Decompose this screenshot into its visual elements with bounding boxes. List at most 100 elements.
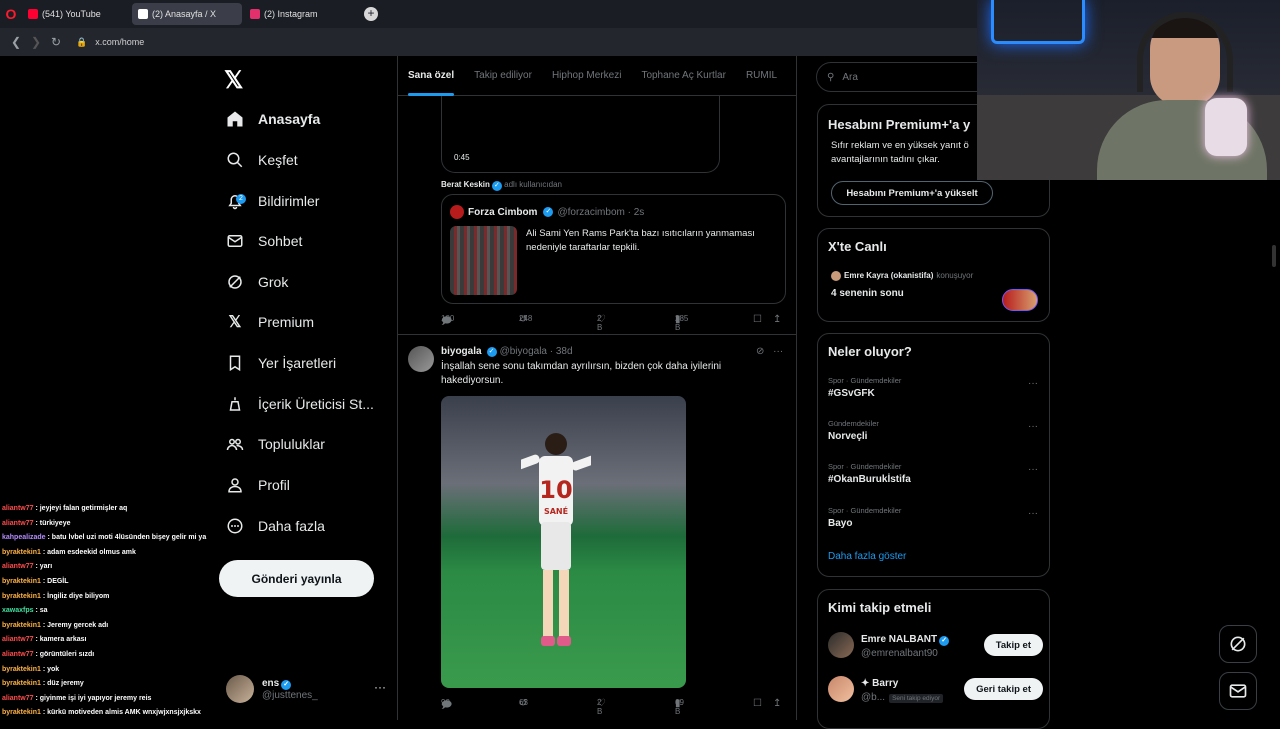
trend-item[interactable]: Gündemdekiler Norveçli ···	[828, 419, 1038, 442]
chat-username: xawaxfps	[2, 607, 34, 615]
tab-hiphop-merkezi[interactable]: Hiphop Merkezi	[552, 56, 621, 96]
chat-text: : İngiliz diye biliyom	[40, 592, 110, 600]
chat-username: byraktekin1	[2, 665, 41, 673]
tab-instagram[interactable]: (2) Instagram	[244, 3, 354, 25]
communities-icon	[226, 435, 244, 453]
back-icon[interactable]: ❮	[6, 35, 26, 49]
tweet-handle: @biyogala · 38d	[499, 346, 573, 357]
new-tab-button[interactable]: +	[364, 7, 378, 21]
live-avatars[interactable]	[1002, 289, 1038, 311]
live-title: X'te Canlı	[828, 239, 887, 254]
repost-user[interactable]: Berat Keskin	[441, 180, 490, 189]
follow-button[interactable]: Takip et	[983, 634, 1043, 656]
scrollbar[interactable]	[1272, 245, 1276, 267]
nav-messages[interactable]: Sohbet	[226, 225, 302, 257]
tab-x-home[interactable]: (2) Anasayfa / X	[132, 3, 242, 25]
premium-upgrade-button[interactable]: Hesabını Premium+'a yükselt	[831, 181, 993, 205]
tab-rumil[interactable]: RUMIL	[746, 56, 777, 96]
nav-profile[interactable]: Profil	[226, 469, 290, 501]
avatar[interactable]	[408, 346, 434, 372]
trend-item[interactable]: Spor · Gündemdekiler #GSvGFK ···	[828, 376, 1038, 399]
more-icon[interactable]: ···	[1028, 378, 1038, 389]
nav-home[interactable]: Anasayfa	[226, 103, 320, 135]
trend-item[interactable]: Spor · Gündemdekiler #OkanBurukİstifa ··…	[828, 462, 1038, 485]
nav-communities[interactable]: Topluluklar	[226, 428, 325, 460]
chat-message: kahpealizade : batu lvbel uzi moti 4lüsü…	[2, 531, 222, 546]
more-icon[interactable]: ···	[1028, 464, 1038, 475]
premium-text: Sıfır reklam ve en yüksek yanıt ö	[831, 140, 969, 151]
chat-username: aliantw77	[2, 563, 34, 571]
chat-message: aliantw77 : türkiyeye	[2, 517, 222, 532]
url-field[interactable]: 🔒 x.com/home	[76, 37, 144, 48]
account-switcher[interactable]: ens ✓ @justtenes_ ···	[226, 672, 386, 706]
show-more-link[interactable]: Daha fazla göster	[828, 551, 906, 562]
live-host-name: Emre Kayra (okanistifa)	[844, 271, 934, 280]
chat-username: aliantw77	[2, 650, 34, 658]
live-host[interactable]: Emre Kayra (okanistifa) konuşuyor	[831, 269, 973, 283]
nav-more[interactable]: Daha fazla	[226, 510, 325, 542]
trend-item[interactable]: Spor · Gündemdekiler Bayo ···	[828, 506, 1038, 529]
youtube-icon	[28, 9, 38, 19]
divider	[398, 334, 796, 335]
tweet-image[interactable]: 10 SANÉ	[441, 396, 686, 688]
chat-username: byraktekin1	[2, 709, 41, 717]
more-icon[interactable]: ···	[1028, 508, 1038, 519]
chat-message: byraktekin1 : İngiliz diye biliyom	[2, 590, 222, 605]
more-icon[interactable]: ···	[374, 680, 386, 694]
tab-label: (541) YouTube	[42, 9, 101, 19]
nav-creator-studio[interactable]: İçerik Üreticisi St...	[226, 388, 374, 420]
post-button[interactable]: Gönderi yayınla	[219, 560, 374, 597]
chat-text: : giyinme işi iyi yapıyor jeremy reis	[33, 694, 152, 702]
x-favicon-icon	[138, 9, 148, 19]
quoted-tweet[interactable]: Forza Cimbom ✓ @forzacimbom · 2s Ali Sam…	[441, 194, 786, 304]
chat-message: byraktekin1 : Jeremy gercek adı	[2, 619, 222, 634]
nav-label: Daha fazla	[258, 518, 325, 534]
quoted-image[interactable]	[450, 226, 517, 295]
tweet-author[interactable]: biyogala	[441, 346, 482, 357]
messages-float-button[interactable]	[1219, 672, 1257, 710]
video-player[interactable]: 0:45	[441, 96, 720, 173]
repost-count: 248	[519, 314, 533, 323]
nav-explore[interactable]: Keşfet	[226, 144, 298, 176]
tab-youtube[interactable]: (541) YouTube	[22, 3, 130, 25]
grok-float-button[interactable]	[1219, 625, 1257, 663]
tab-label: (2) Instagram	[264, 9, 318, 19]
views-count: 285 B	[675, 314, 689, 332]
nav-bookmarks[interactable]: Yer İşaretleri	[226, 347, 336, 379]
chat-username: aliantw77	[2, 636, 34, 644]
nav-label: Keşfet	[258, 152, 298, 168]
nav-grok[interactable]: Grok	[226, 266, 288, 298]
reload-icon[interactable]: ↻	[46, 35, 66, 49]
trend-category: Spor · Gündemdekiler	[828, 506, 902, 515]
tab-tophane[interactable]: Tophane Aç Kurtlar	[641, 56, 726, 96]
tab-following[interactable]: Takip ediliyor	[474, 56, 532, 96]
quoted-author: Forza Cimbom	[468, 206, 538, 218]
grok-icon[interactable]: ⊘	[756, 346, 764, 357]
chat-message: xawaxfps : sa	[2, 604, 222, 619]
premium-title: Hesabını Premium+'a y	[828, 117, 971, 132]
chat-username: kahpealizade	[2, 534, 46, 542]
bookmark-icon	[226, 354, 244, 372]
chat-message: aliantw77 : görüntüleri sızdı	[2, 648, 222, 663]
quoted-header: Forza Cimbom ✓ @forzacimbom · 2s	[450, 205, 644, 219]
quoted-handle: @forzacimbom · 2s	[557, 206, 645, 218]
follow-back-button[interactable]: Geri takip et	[964, 678, 1043, 700]
neon-light	[991, 0, 1085, 44]
nav-notifications[interactable]: 2 Bildirimler	[226, 185, 319, 217]
nav-premium[interactable]: 𝕏 Premium	[226, 306, 314, 338]
repost-suffix: adlı kullanıcıdan	[504, 180, 562, 189]
account-name-text: ens	[262, 677, 280, 689]
follow-suggestion[interactable]: Emre NALBANT ✓ @emrenalbant90 Takip et	[828, 632, 1043, 662]
more-icon[interactable]: ···	[773, 346, 783, 357]
chat-text: : jeyjeyi falan getirmişler aq	[33, 505, 128, 512]
opera-logo-icon[interactable]: O	[0, 0, 22, 28]
x-logo-icon[interactable]: 𝕏	[224, 66, 243, 95]
suggestion-name: Emre NALBANT ✓	[861, 634, 950, 646]
tab-for-you[interactable]: Sana özel	[408, 56, 455, 96]
more-icon[interactable]: ···	[1028, 421, 1038, 432]
follow-suggestion[interactable]: ✦ Barry @b... Seni takip ediyor Geri taki…	[828, 676, 1043, 706]
live-topic[interactable]: 4 senenin sonu	[831, 287, 904, 301]
chat-text: : kamera arkası	[33, 636, 87, 644]
forward-icon[interactable]: ❯	[26, 35, 46, 49]
chat-text: : yarı	[33, 563, 53, 571]
